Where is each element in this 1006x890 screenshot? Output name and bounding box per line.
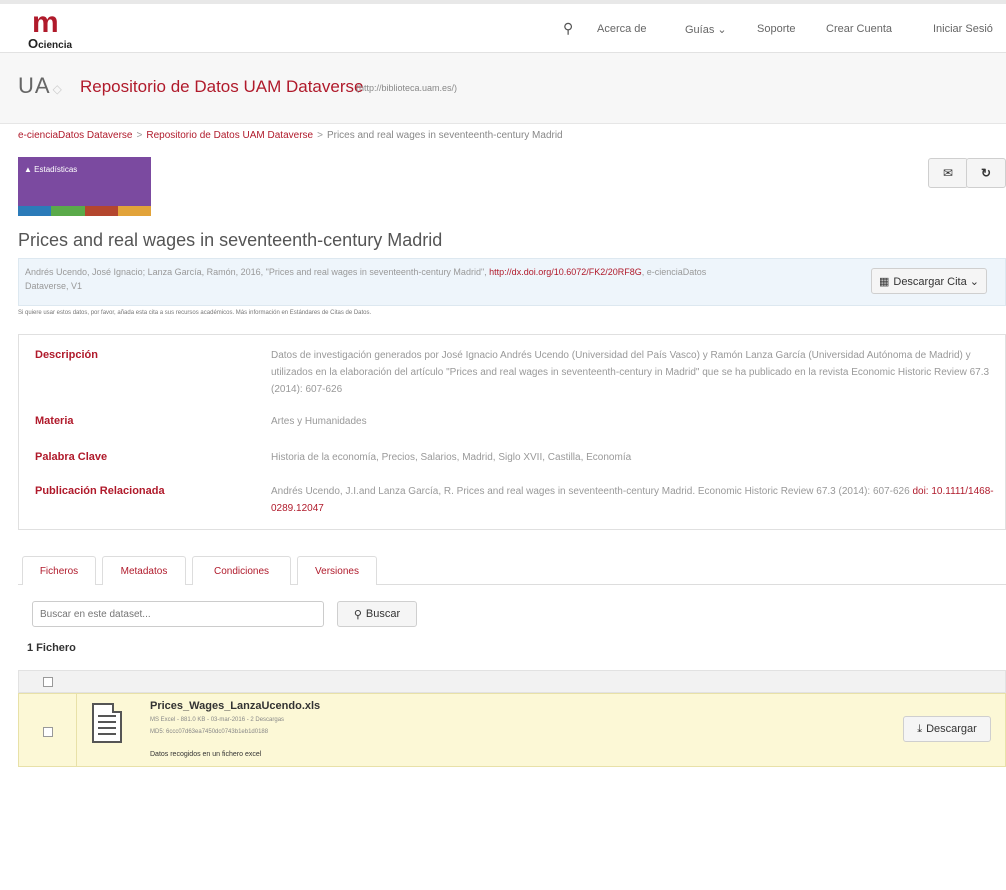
- refresh-icon: ↻: [980, 166, 992, 180]
- dataverse-url[interactable]: (http://biblioteca.uam.es/): [356, 83, 457, 93]
- dataverse-banner: UA ◇ Repositorio de Datos UAM Dataverse (…: [0, 53, 1006, 124]
- nav-guides[interactable]: Guías ⌄: [685, 23, 727, 36]
- tab-files[interactable]: Ficheros: [22, 556, 96, 585]
- file-checksum: MD5: 6ccc07d63ea7450dc0743b1eb1d0188: [150, 729, 269, 735]
- related-publication-label: Publicación Relacionada: [35, 485, 165, 497]
- stats-tile[interactable]: ▲ Estadísticas: [18, 157, 151, 216]
- share-button[interactable]: ↻: [966, 158, 1006, 188]
- strip-segment: [117, 206, 151, 216]
- breadcrumb-item-repository[interactable]: Repositorio de Datos UAM Dataverse: [146, 130, 313, 141]
- file-name[interactable]: Prices_Wages_LanzaUcendo.xls: [150, 700, 320, 712]
- chart-icon: ▲: [24, 165, 32, 174]
- breadcrumb-item-root[interactable]: e-cienciaDatos Dataverse: [18, 130, 133, 141]
- strip-segment: [84, 206, 118, 216]
- dataset-search-input[interactable]: [32, 601, 324, 627]
- download-file-button[interactable]: ⤓ Descargar: [903, 716, 991, 742]
- tab-metadata[interactable]: Metadatos: [102, 556, 186, 585]
- strip-segment: [51, 206, 85, 216]
- dataset-tabs: Ficheros Metadatos Condiciones Versiones: [18, 552, 1006, 585]
- nav-support[interactable]: Soporte: [757, 23, 796, 35]
- citation-note: Si quiere usar estos datos, por favor, a…: [18, 310, 372, 316]
- download-citation-button[interactable]: ▦ Descargar Cita ⌄: [871, 268, 987, 294]
- tab-versions[interactable]: Versiones: [297, 556, 377, 585]
- subject-value: Artes y Humanidades: [271, 416, 367, 427]
- document-icon: [92, 703, 122, 743]
- nav-log-in[interactable]: Iniciar Sesió: [933, 23, 993, 35]
- metadata-panel: Descripción Datos de investigación gener…: [18, 334, 1006, 530]
- citation-text: Andrés Ucendo, José Ignacio; Lanza Garcí…: [25, 267, 707, 291]
- file-info: MS Excel - 881.0 KB - 03-mar-2016 - 2 De…: [150, 717, 285, 723]
- download-icon: ⤓: [917, 722, 923, 735]
- table-row: Prices_Wages_LanzaUcendo.xls MS Excel - …: [18, 693, 1006, 767]
- navbar: m Ociencia ⚲ Acerca de Guías ⌄ Soporte C…: [0, 4, 1006, 53]
- strip-segment: [18, 206, 52, 216]
- envelope-icon: ✉: [942, 166, 954, 180]
- file-table-header: [18, 670, 1006, 693]
- dataset-title: Prices and real wages in seventeenth-cen…: [18, 230, 443, 250]
- select-all-checkbox[interactable]: [43, 677, 53, 687]
- uam-logo[interactable]: UA ◇: [18, 73, 63, 99]
- file-checkbox[interactable]: [43, 727, 53, 737]
- file-count: 1 Fichero: [27, 642, 76, 654]
- stats-color-strip: [18, 206, 151, 216]
- logo-text: Ociencia: [28, 36, 73, 51]
- list-icon: ▦: [878, 275, 890, 288]
- dataverse-title[interactable]: Repositorio de Datos UAM Dataverse: [80, 77, 363, 97]
- description-label: Descripción: [35, 349, 98, 361]
- shield-icon: ◇: [52, 82, 63, 96]
- row-divider: [76, 694, 77, 766]
- breadcrumb-separator: >: [136, 130, 143, 141]
- subject-label: Materia: [35, 415, 74, 427]
- description-value: Datos de investigación generados por Jos…: [271, 350, 990, 395]
- tab-terms[interactable]: Condiciones: [192, 556, 291, 585]
- stats-label: ▲ Estadísticas: [24, 165, 78, 174]
- file-description: Datos recogidos en un fichero excel: [150, 751, 262, 758]
- search-icon: ⚲: [353, 608, 362, 621]
- site-logo[interactable]: m Ociencia: [22, 6, 82, 52]
- breadcrumb-separator: >: [317, 130, 323, 141]
- related-publication-value: Andrés Ucendo, J.I.and Lanza García, R. …: [271, 486, 994, 514]
- keyword-label: Palabra Clave: [35, 451, 108, 463]
- citation-doi-link[interactable]: http://dx.doi.org/10.6072/FK2/20RF8G: [489, 267, 642, 277]
- citation-box: Andrés Ucendo, José Ignacio; Lanza Garcí…: [18, 258, 1006, 306]
- keyword-value: Historia de la economía, Precios, Salari…: [271, 452, 632, 463]
- email-button[interactable]: ✉: [928, 158, 968, 188]
- nav-sign-up[interactable]: Crear Cuenta: [826, 23, 892, 35]
- nav-about[interactable]: Acerca de: [597, 23, 647, 35]
- breadcrumb: e-cienciaDatos Dataverse > Repositorio de …: [18, 130, 563, 141]
- breadcrumb-item-current: Prices and real wages in seventeenth-cen…: [326, 130, 563, 141]
- logo-mark-icon: m: [32, 6, 59, 39]
- search-icon[interactable]: ⚲: [563, 20, 573, 37]
- search-button[interactable]: ⚲ Buscar: [337, 601, 417, 627]
